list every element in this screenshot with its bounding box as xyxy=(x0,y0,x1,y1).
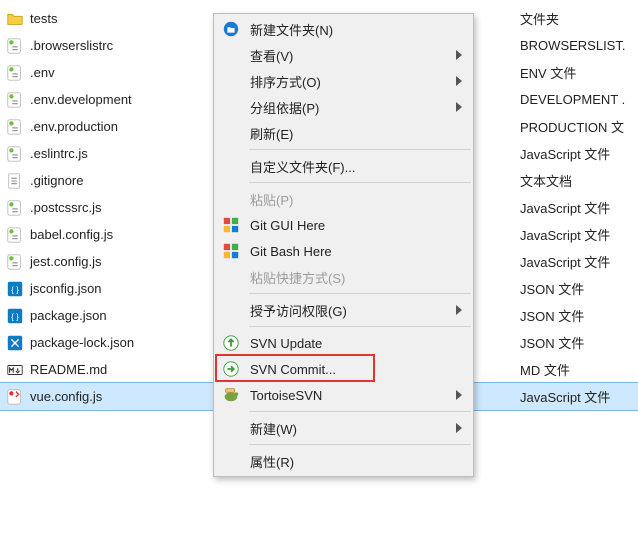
js-icon xyxy=(6,253,24,271)
menu-item-label: 粘贴快捷方式(S) xyxy=(250,268,345,287)
md-icon xyxy=(6,361,24,379)
file-name: .postcssrc.js xyxy=(30,200,102,215)
js-icon xyxy=(6,226,24,244)
file-name: .browserslistrc xyxy=(30,38,113,53)
menu-item[interactable]: 新建文件夹(N) xyxy=(215,16,472,42)
file-type-label: BROWSERSLIST. xyxy=(520,38,638,53)
chevron-right-icon xyxy=(456,50,462,60)
tortoise-icon xyxy=(221,385,241,405)
menu-item-label: 新建文件夹(N) xyxy=(250,20,333,39)
file-type-label: 文件夹 xyxy=(520,9,638,28)
js-icon xyxy=(6,199,24,217)
file-name: package.json xyxy=(30,308,107,323)
menu-item-label: 查看(V) xyxy=(250,46,293,65)
folder-icon xyxy=(6,0,24,1)
menu-item[interactable]: 自定义文件夹(F)... xyxy=(215,153,472,179)
menu-item[interactable]: 新建(W) xyxy=(215,415,472,441)
menu-separator xyxy=(249,411,471,412)
file-type-label: JSON 文件 xyxy=(520,306,638,325)
file-name: tests xyxy=(30,11,57,26)
menu-item-label: Git Bash Here xyxy=(250,244,332,259)
menu-item-label: 分组依据(P) xyxy=(250,98,319,117)
file-type-label: JavaScript 文件 xyxy=(520,198,638,217)
git-icon xyxy=(221,241,241,261)
menu-item-label: 自定义文件夹(F)... xyxy=(250,157,355,176)
menu-item[interactable]: SVN Commit... xyxy=(215,356,472,382)
json-icon: { } xyxy=(6,307,24,325)
svn-update-icon xyxy=(221,333,241,353)
file-type-label: JSON 文件 xyxy=(520,333,638,352)
git-icon xyxy=(221,215,241,235)
file-type-label: MD 文件 xyxy=(520,360,638,379)
js-icon xyxy=(6,37,24,55)
menu-item-label: 新建(W) xyxy=(250,419,297,438)
context-menu[interactable]: 新建文件夹(N) 查看(V) 排序方式(O) 分组依据(P) 刷新(E) 自定义文件夹(F… xyxy=(213,13,474,477)
menu-separator xyxy=(249,326,471,327)
file-type-label: JavaScript 文件 xyxy=(520,144,638,163)
file-name: jest.config.js xyxy=(30,254,102,269)
menu-item-label: TortoiseSVN xyxy=(250,388,322,403)
menu-item[interactable]: 分组依据(P) xyxy=(215,94,472,120)
file-name: vue.config.js xyxy=(30,389,102,404)
menu-item[interactable]: Git Bash Here xyxy=(215,238,472,264)
chevron-right-icon xyxy=(456,423,462,433)
new-folder-icon xyxy=(221,19,241,39)
file-name: .gitignore xyxy=(30,173,83,188)
menu-item-label: 刷新(E) xyxy=(250,124,293,143)
menu-separator xyxy=(249,182,471,183)
jsonvs-icon xyxy=(6,334,24,352)
svg-text:{ }: { } xyxy=(11,312,19,321)
file-type-label: ENV 文件 xyxy=(520,63,638,82)
js-icon xyxy=(6,64,24,82)
menu-item-label: SVN Commit... xyxy=(250,362,336,377)
file-type-label: JavaScript 文件 xyxy=(520,387,638,406)
file-name: .env.production xyxy=(30,119,118,134)
chevron-right-icon xyxy=(456,305,462,315)
menu-item[interactable]: Git GUI Here xyxy=(215,212,472,238)
file-name: .env xyxy=(30,65,55,80)
file-type-label: 文本文档 xyxy=(520,171,638,190)
file-type-label: PRODUCTION 文 xyxy=(520,117,638,136)
chevron-right-icon xyxy=(456,76,462,86)
js-icon xyxy=(6,91,24,109)
file-type-label: JavaScript 文件 xyxy=(520,225,638,244)
menu-item[interactable]: 排序方式(O) xyxy=(215,68,472,94)
file-type-label: JSON 文件 xyxy=(520,279,638,298)
menu-item-label: 授予访问权限(G) xyxy=(250,301,347,320)
json-icon: { } xyxy=(6,280,24,298)
file-name: .eslintrc.js xyxy=(30,146,88,161)
menu-item-label: Git GUI Here xyxy=(250,218,325,233)
menu-item-label: 排序方式(O) xyxy=(250,72,321,91)
file-name: babel.config.js xyxy=(30,227,113,242)
menu-item[interactable]: 属性(R) xyxy=(215,448,472,474)
txt-icon xyxy=(6,172,24,190)
jsmod-icon xyxy=(6,388,24,406)
menu-item: 粘贴(P) xyxy=(215,186,472,212)
menu-separator xyxy=(249,149,471,150)
svg-text:{ }: { } xyxy=(11,285,19,294)
menu-item-label: 粘贴(P) xyxy=(250,190,293,209)
file-name: package-lock.json xyxy=(30,335,134,350)
menu-item[interactable]: 刷新(E) xyxy=(215,120,472,146)
menu-item[interactable]: TortoiseSVN xyxy=(215,382,472,408)
file-name: .env.development xyxy=(30,92,132,107)
chevron-right-icon xyxy=(456,102,462,112)
js-icon xyxy=(6,145,24,163)
chevron-right-icon xyxy=(456,390,462,400)
menu-separator xyxy=(249,293,471,294)
folder-icon xyxy=(6,10,24,28)
menu-item: 粘贴快捷方式(S) xyxy=(215,264,472,290)
file-name: README.md xyxy=(30,362,107,377)
file-name: jsconfig.json xyxy=(30,281,102,296)
file-type-label: DEVELOPMENT . xyxy=(520,92,638,107)
menu-item-label: SVN Update xyxy=(250,336,322,351)
js-icon xyxy=(6,118,24,136)
svn-commit-icon xyxy=(221,359,241,379)
menu-item[interactable]: SVN Update xyxy=(215,330,472,356)
menu-item[interactable]: 查看(V) xyxy=(215,42,472,68)
menu-item-label: 属性(R) xyxy=(250,452,294,471)
file-type-label: JavaScript 文件 xyxy=(520,252,638,271)
menu-item[interactable]: 授予访问权限(G) xyxy=(215,297,472,323)
menu-separator xyxy=(249,444,471,445)
